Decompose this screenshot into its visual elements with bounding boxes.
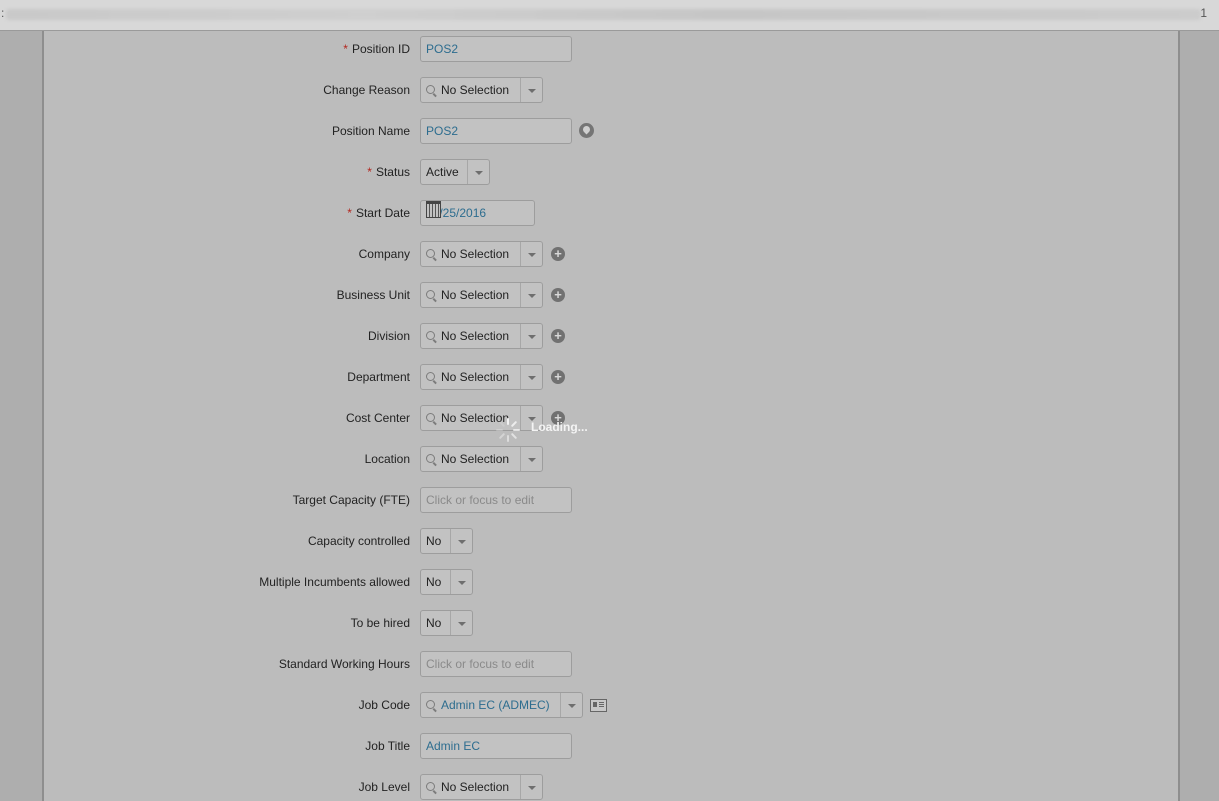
- chevron-down-icon[interactable]: [520, 775, 542, 799]
- search-icon: [426, 454, 435, 463]
- add-company-icon[interactable]: +: [551, 247, 565, 261]
- standard-hours-input[interactable]: Click or focus to edit: [420, 651, 572, 677]
- business-unit-label: Business Unit: [336, 288, 410, 302]
- capacity-controlled-label: Capacity controlled: [307, 534, 410, 548]
- required-marker: *: [343, 42, 348, 56]
- division-label: Division: [367, 329, 410, 343]
- department-select[interactable]: No Selection: [420, 364, 543, 390]
- loading-text: Loading...: [531, 420, 588, 434]
- calendar-icon[interactable]: [426, 201, 441, 218]
- job-title-label: Job Title: [365, 739, 410, 753]
- row-to-be-hired: To be hired No: [0, 610, 1219, 636]
- search-icon: [426, 413, 435, 422]
- search-icon: [426, 372, 435, 381]
- job-level-label: Job Level: [358, 780, 410, 794]
- location-label: Location: [364, 452, 410, 466]
- top-bar-left-mark: :: [1, 6, 5, 20]
- department-label: Department: [347, 370, 410, 384]
- multiple-incumbents-select[interactable]: No: [420, 569, 473, 595]
- row-job-title: Job Title Admin EC: [0, 733, 1219, 759]
- status-select[interactable]: Active: [420, 159, 490, 185]
- target-capacity-input[interactable]: Click or focus to edit: [420, 487, 572, 513]
- translate-pin-icon[interactable]: [579, 123, 594, 138]
- position-name-input[interactable]: POS2: [420, 118, 572, 144]
- search-icon: [426, 700, 435, 709]
- chevron-down-icon[interactable]: [450, 570, 472, 594]
- row-start-date: * Start Date 08/25/2016: [0, 200, 1219, 226]
- location-select[interactable]: No Selection: [420, 446, 543, 472]
- row-division: Division No Selection +: [0, 323, 1219, 349]
- chevron-down-icon[interactable]: [450, 529, 472, 553]
- search-icon: [426, 331, 435, 340]
- job-code-details-icon[interactable]: [590, 699, 607, 712]
- to-be-hired-select[interactable]: No: [420, 610, 473, 636]
- status-label: * Status: [367, 165, 410, 179]
- row-position-name: Position Name POS2: [0, 118, 1219, 144]
- loading-indicator: Loading...: [494, 416, 604, 444]
- row-business-unit: Business Unit No Selection +: [0, 282, 1219, 308]
- row-cost-center: Cost Center No Selection +: [0, 405, 1219, 431]
- row-change-reason: Change Reason No Selection: [0, 77, 1219, 103]
- job-level-select[interactable]: No Selection: [420, 774, 543, 800]
- add-department-icon[interactable]: +: [551, 370, 565, 384]
- row-standard-hours: Standard Working Hours Click or focus to…: [0, 651, 1219, 677]
- blurred-address-area: [6, 9, 1201, 20]
- division-select[interactable]: No Selection: [420, 323, 543, 349]
- chevron-down-icon[interactable]: [520, 365, 542, 389]
- company-label: Company: [358, 247, 410, 261]
- job-title-input[interactable]: Admin EC: [420, 733, 572, 759]
- row-company: Company No Selection +: [0, 241, 1219, 267]
- row-position-id: * Position ID POS2: [0, 36, 1219, 62]
- browser-top-bar: : 1: [0, 0, 1219, 31]
- chevron-down-icon[interactable]: [450, 611, 472, 635]
- search-icon: [426, 249, 435, 258]
- add-division-icon[interactable]: +: [551, 329, 565, 343]
- top-bar-right-mark: 1: [1200, 6, 1207, 20]
- search-icon: [426, 85, 435, 94]
- job-code-select[interactable]: Admin EC (ADMEC): [420, 692, 583, 718]
- position-name-label: Position Name: [331, 124, 410, 138]
- to-be-hired-label: To be hired: [350, 616, 410, 630]
- start-date-label: * Start Date: [347, 206, 410, 220]
- add-business-unit-icon[interactable]: +: [551, 288, 565, 302]
- row-target-capacity: Target Capacity (FTE) Click or focus to …: [0, 487, 1219, 513]
- chevron-down-icon[interactable]: [467, 160, 489, 184]
- search-icon: [426, 782, 435, 791]
- row-department: Department No Selection +: [0, 364, 1219, 390]
- search-icon: [426, 290, 435, 299]
- capacity-controlled-select[interactable]: No: [420, 528, 473, 554]
- change-reason-select[interactable]: No Selection: [420, 77, 543, 103]
- chevron-down-icon[interactable]: [560, 693, 582, 717]
- row-location: Location No Selection: [0, 446, 1219, 472]
- company-select[interactable]: No Selection: [420, 241, 543, 267]
- loading-spinner-icon: [494, 416, 522, 444]
- standard-hours-label: Standard Working Hours: [278, 657, 410, 671]
- chevron-down-icon[interactable]: [520, 242, 542, 266]
- row-job-code: Job Code Admin EC (ADMEC): [0, 692, 1219, 718]
- chevron-down-icon[interactable]: [520, 283, 542, 307]
- job-code-label: Job Code: [358, 698, 410, 712]
- cost-center-label: Cost Center: [345, 411, 410, 425]
- change-reason-label: Change Reason: [323, 83, 410, 97]
- position-id-label: * Position ID: [343, 42, 410, 56]
- row-status: * Status Active: [0, 159, 1219, 185]
- row-multiple-incumbents: Multiple Incumbents allowed No: [0, 569, 1219, 595]
- chevron-down-icon[interactable]: [520, 324, 542, 348]
- start-date-input[interactable]: 08/25/2016: [420, 200, 535, 226]
- multiple-incumbents-label: Multiple Incumbents allowed: [259, 575, 410, 589]
- target-capacity-label: Target Capacity (FTE): [292, 493, 410, 507]
- row-capacity-controlled: Capacity controlled No: [0, 528, 1219, 554]
- chevron-down-icon[interactable]: [520, 447, 542, 471]
- position-id-input[interactable]: POS2: [420, 36, 572, 62]
- business-unit-select[interactable]: No Selection: [420, 282, 543, 308]
- row-job-level: Job Level No Selection: [0, 774, 1219, 800]
- chevron-down-icon[interactable]: [520, 78, 542, 102]
